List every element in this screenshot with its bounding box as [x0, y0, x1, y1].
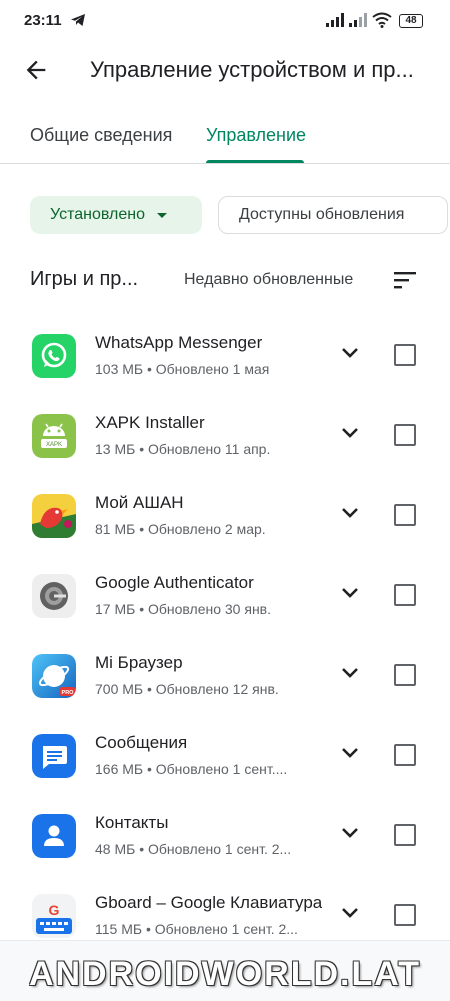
installed-filter-label: Установлено [50, 206, 145, 223]
app-name: XAPK Installer [95, 413, 205, 432]
app-meta: 81 МБ • Обновлено 2 мар. [95, 521, 266, 537]
select-checkbox[interactable] [394, 424, 416, 446]
svg-text:XAPK: XAPK [46, 442, 62, 448]
chevron-down-icon[interactable] [340, 746, 360, 760]
contacts-icon [32, 814, 76, 858]
list-item[interactable]: Сообщения 166 МБ • Обновлено 1 сент.... [0, 722, 450, 802]
chevron-down-icon[interactable] [340, 586, 360, 600]
app-name: Mi Браузер [95, 653, 183, 672]
list-item[interactable]: WhatsApp Messenger 103 МБ • Обновлено 1 … [0, 322, 450, 402]
app-meta: 48 МБ • Обновлено 1 сент. 2... [95, 841, 292, 857]
app-meta: 13 МБ • Обновлено 11 апр. [95, 441, 271, 457]
list-item[interactable]: Контакты 48 МБ • Обновлено 1 сент. 2... [0, 802, 450, 882]
select-checkbox[interactable] [394, 664, 416, 686]
svg-text:G: G [49, 902, 60, 918]
list-item[interactable]: XAPK XAPK Installer 13 МБ • Обновлено 11… [0, 402, 450, 482]
chevron-down-icon[interactable] [340, 426, 360, 440]
app-name: Google Authenticator [95, 573, 254, 592]
select-checkbox[interactable] [394, 584, 416, 606]
tab-overview[interactable]: Общие сведения [30, 125, 172, 146]
telegram-icon [71, 14, 85, 26]
mi-browser-icon: PRO [32, 654, 76, 698]
app-name: Gboard – Google Клавиатура [95, 893, 323, 912]
app-name: Контакты [95, 813, 169, 832]
list-item[interactable]: Мой АШАН 81 МБ • Обновлено 2 мар. [0, 482, 450, 562]
select-checkbox[interactable] [394, 504, 416, 526]
app-name: WhatsApp Messenger [95, 333, 263, 352]
chevron-down-icon[interactable] [340, 506, 360, 520]
signal-icon-2 [349, 13, 367, 27]
tab-manage[interactable]: Управление [206, 125, 306, 146]
select-checkbox[interactable] [394, 744, 416, 766]
svg-text:PRO: PRO [62, 690, 75, 696]
chevron-down-icon[interactable] [340, 346, 360, 360]
status-time: 23:11 [24, 12, 62, 29]
status-bar: 23:11 48 [0, 0, 450, 44]
gboard-icon: G [32, 894, 76, 938]
wifi-icon [372, 12, 392, 28]
installed-filter-chip[interactable]: Установлено [30, 196, 202, 234]
messages-icon [32, 734, 76, 778]
dropdown-caret-icon [156, 212, 167, 218]
sort-icon[interactable] [392, 268, 418, 292]
xapk-installer-icon: XAPK [32, 414, 76, 458]
app-name: Мой АШАН [95, 493, 184, 512]
app-meta: 17 МБ • Обновлено 30 янв. [95, 601, 271, 617]
tabs-divider [0, 163, 450, 164]
chevron-down-icon[interactable] [340, 906, 360, 920]
select-checkbox[interactable] [394, 824, 416, 846]
chevron-down-icon[interactable] [340, 826, 360, 840]
watermark: ANDROIDWORLD.LAT [28, 955, 422, 993]
updates-available-chip[interactable]: Доступны обновления [218, 196, 448, 234]
updates-available-label: Доступны обновления [239, 206, 405, 223]
whatsapp-icon [32, 334, 76, 378]
battery-indicator: 48 [399, 14, 423, 28]
select-checkbox[interactable] [394, 904, 416, 926]
app-meta: 700 МБ • Обновлено 12 янв. [95, 681, 279, 697]
auchan-icon [32, 494, 76, 538]
list-item[interactable]: PRO Mi Браузер 700 МБ • Обновлено 12 янв… [0, 642, 450, 722]
page-title: Управление устройством и пр... [90, 57, 414, 82]
select-checkbox[interactable] [394, 344, 416, 366]
app-name: Сообщения [95, 733, 188, 752]
signal-icon [326, 13, 344, 27]
app-meta: 103 МБ • Обновлено 1 мая [95, 361, 270, 377]
app-meta: 166 МБ • Обновлено 1 сент.... [95, 761, 288, 777]
sort-label[interactable]: Недавно обновленные [184, 271, 353, 289]
authenticator-icon [32, 574, 76, 618]
chevron-down-icon[interactable] [340, 666, 360, 680]
app-meta: 115 МБ • Обновлено 1 сент. 2... [95, 921, 298, 937]
back-arrow-icon[interactable] [22, 56, 50, 84]
section-title: Игры и пр... [30, 268, 139, 290]
list-item[interactable]: Google Authenticator 17 МБ • Обновлено 3… [0, 562, 450, 642]
